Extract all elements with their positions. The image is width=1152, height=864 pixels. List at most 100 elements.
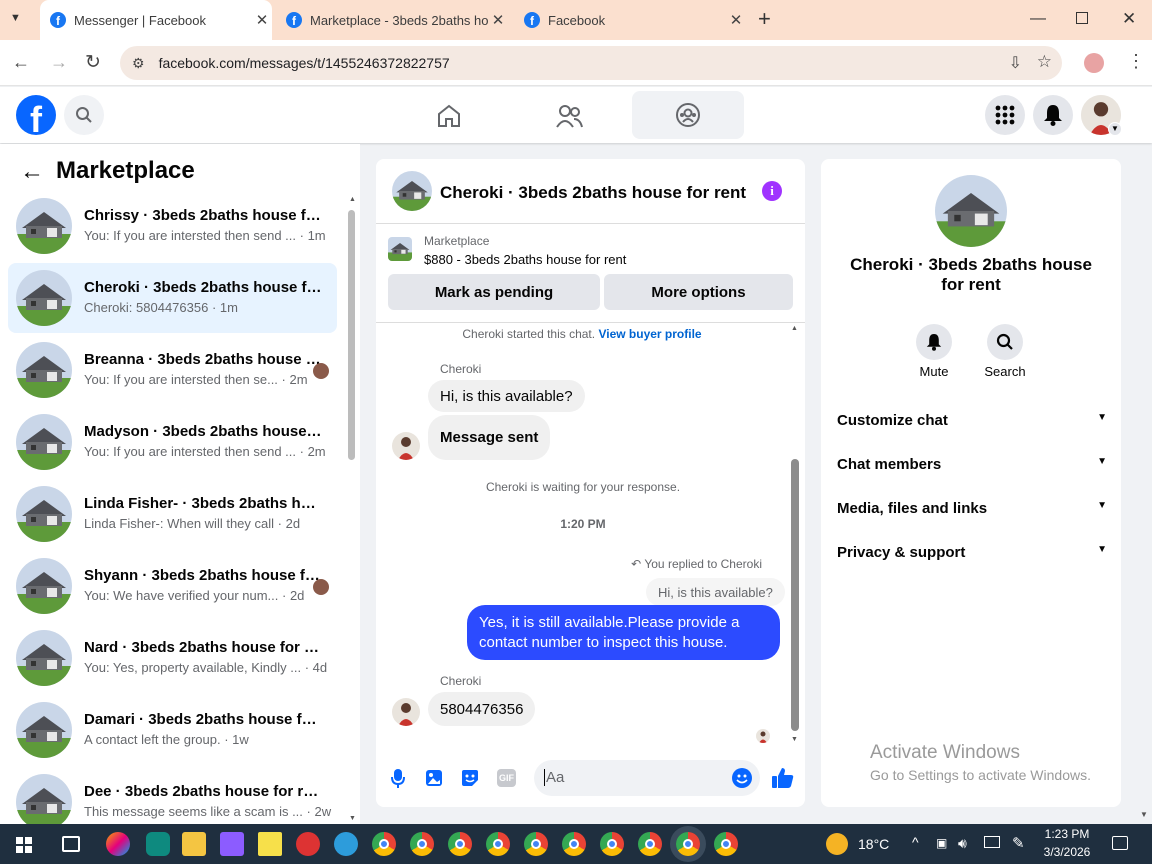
- chat-title[interactable]: Cheroki · 3beds 2baths house for rent: [440, 183, 746, 203]
- menu-grid-button[interactable]: [985, 95, 1025, 135]
- chrome-icon[interactable]: [448, 832, 472, 856]
- notifications-button[interactable]: [1033, 95, 1073, 135]
- microphone-icon[interactable]: [390, 768, 406, 788]
- page-scroll-down-icon[interactable]: ▼: [1140, 810, 1148, 819]
- phone-number-message[interactable]: 5804476356: [428, 692, 536, 726]
- app-icon[interactable]: [220, 832, 244, 856]
- profile-photo[interactable]: [935, 175, 1007, 247]
- back-arrow-icon[interactable]: ←: [20, 158, 44, 186]
- chrome-icon[interactable]: [524, 832, 548, 856]
- incoming-message[interactable]: Hi, is this available?: [428, 380, 585, 412]
- close-window-icon[interactable]: ✕: [1122, 9, 1136, 29]
- restore-icon[interactable]: [1076, 12, 1088, 24]
- chrome-icon[interactable]: [562, 832, 586, 856]
- scroll-down-icon[interactable]: ▼: [791, 736, 798, 743]
- home-icon[interactable]: [436, 103, 462, 129]
- sender-avatar[interactable]: [392, 698, 420, 726]
- view-buyer-profile-link[interactable]: View buyer profile: [598, 327, 701, 341]
- scrollbar-thumb[interactable]: [348, 210, 355, 460]
- forward-icon[interactable]: →: [50, 52, 68, 73]
- pen-icon[interactable]: ✎: [1012, 834, 1025, 852]
- message-input[interactable]: Aa: [534, 760, 760, 796]
- app-s-icon[interactable]: [146, 832, 170, 856]
- outgoing-message[interactable]: Yes, it is still available.Please provid…: [467, 605, 780, 660]
- windows-start-icon[interactable]: [16, 837, 32, 853]
- chrome-icon[interactable]: [600, 832, 624, 856]
- task-view-icon[interactable]: [62, 836, 80, 852]
- info-icon[interactable]: i: [762, 181, 782, 201]
- clock-date[interactable]: 3/3/2026: [1036, 845, 1098, 859]
- sticky-notes-icon[interactable]: [258, 832, 282, 856]
- message-sent-bubble[interactable]: Message sent: [428, 415, 551, 460]
- chrome-icon[interactable]: [638, 832, 662, 856]
- sender-avatar[interactable]: [392, 432, 420, 460]
- tray-chevron-icon[interactable]: ^: [912, 834, 919, 850]
- chrome-icon[interactable]: [410, 832, 434, 856]
- conversation-item[interactable]: Chrissy · 3beds 2baths house for rent You…: [8, 191, 337, 261]
- mute-button[interactable]: [916, 324, 952, 360]
- close-tab-icon[interactable]: ✕: [252, 11, 272, 29]
- conversation-item[interactable]: Linda Fisher- · 3beds 2baths house for r…: [8, 479, 337, 549]
- chrome-icon[interactable]: [714, 832, 738, 856]
- file-explorer-icon[interactable]: [182, 832, 206, 856]
- chrome-icon[interactable]: [372, 832, 396, 856]
- chrome-icon[interactable]: [676, 832, 700, 856]
- scroll-up-icon[interactable]: ▲: [791, 325, 798, 332]
- conversation-item[interactable]: Madyson · 3beds 2baths house for rent You…: [8, 407, 337, 477]
- address-bar[interactable]: ⚙ facebook.com/messages/t/14552463728227…: [120, 46, 1062, 80]
- list-scrollbar[interactable]: ▲ ▼: [346, 196, 356, 822]
- clock-time[interactable]: 1:23 PM: [1036, 827, 1098, 841]
- notification-center-icon[interactable]: [1112, 836, 1128, 850]
- conversation-item[interactable]: Breanna · 3beds 2baths house for rent You…: [8, 335, 337, 405]
- edge-icon[interactable]: [334, 832, 358, 856]
- scroll-up-icon[interactable]: ▲: [349, 196, 356, 203]
- media-files-links-section[interactable]: Media, files and links ▼: [837, 500, 1107, 517]
- search-button[interactable]: [64, 95, 104, 135]
- photo-icon[interactable]: [425, 768, 443, 788]
- conversation-item[interactable]: Nard · 3beds 2baths house for rent You: Y…: [8, 623, 337, 693]
- minimize-icon[interactable]: —: [1030, 10, 1046, 28]
- more-options-button[interactable]: More options: [604, 274, 793, 310]
- conversation-item[interactable]: Cheroki · 3beds 2baths house for rent Che…: [8, 263, 337, 333]
- copilot-icon[interactable]: [106, 832, 130, 856]
- search-in-chat-button[interactable]: [987, 324, 1023, 360]
- bookmark-star-icon[interactable]: ☆: [1037, 52, 1052, 72]
- friends-icon[interactable]: [555, 103, 583, 129]
- groups-tab[interactable]: [632, 91, 744, 139]
- tab-search-chevron-icon[interactable]: ▼: [10, 12, 28, 28]
- facebook-logo-icon[interactable]: f: [16, 95, 56, 135]
- quoted-message[interactable]: Hi, is this available?: [646, 578, 785, 606]
- account-chevron-icon[interactable]: ▼: [1108, 122, 1122, 136]
- new-tab-icon[interactable]: +: [758, 8, 771, 30]
- scrollbar-thumb[interactable]: [791, 459, 799, 731]
- tab-facebook[interactable]: f Facebook ✕: [516, 0, 746, 40]
- close-tab-icon[interactable]: ✕: [726, 11, 746, 29]
- app-icon[interactable]: [296, 832, 320, 856]
- reload-icon[interactable]: ↻: [85, 51, 101, 74]
- sticker-icon[interactable]: [460, 768, 480, 788]
- profile-avatar-icon[interactable]: [1084, 53, 1104, 73]
- tab-marketplace[interactable]: f Marketplace - 3beds 2baths house for r…: [278, 0, 508, 40]
- mark-pending-button[interactable]: Mark as pending: [388, 274, 600, 310]
- chat-avatar[interactable]: [392, 171, 432, 211]
- chat-scrollbar[interactable]: ▲ ▼: [790, 325, 800, 743]
- customize-chat-section[interactable]: Customize chat ▼: [837, 412, 1107, 429]
- install-app-icon[interactable]: ⇩: [1009, 53, 1022, 73]
- like-thumb-icon[interactable]: [771, 766, 795, 790]
- listing-price-title[interactable]: $880 - 3beds 2baths house for rent: [424, 252, 626, 267]
- privacy-support-section[interactable]: Privacy & support ▼: [837, 544, 1107, 561]
- close-tab-icon[interactable]: ✕: [488, 11, 508, 29]
- tab-messenger[interactable]: f Messenger | Facebook ✕: [40, 0, 272, 40]
- network-icon[interactable]: [984, 836, 1000, 848]
- chat-members-section[interactable]: Chat members ▼: [837, 456, 1107, 473]
- temperature[interactable]: 18°C: [858, 836, 889, 852]
- scroll-down-icon[interactable]: ▼: [349, 815, 356, 822]
- emoji-icon[interactable]: [732, 768, 752, 788]
- volume-icon[interactable]: 🔊︎: [958, 835, 967, 852]
- gif-icon[interactable]: GIF: [497, 769, 516, 787]
- listing-thumbnail[interactable]: [388, 237, 412, 261]
- weather-icon[interactable]: [826, 833, 848, 855]
- back-icon[interactable]: ←: [12, 52, 30, 73]
- browser-menu-icon[interactable]: ⋮: [1127, 52, 1145, 70]
- site-info-icon[interactable]: ⚙: [132, 55, 145, 72]
